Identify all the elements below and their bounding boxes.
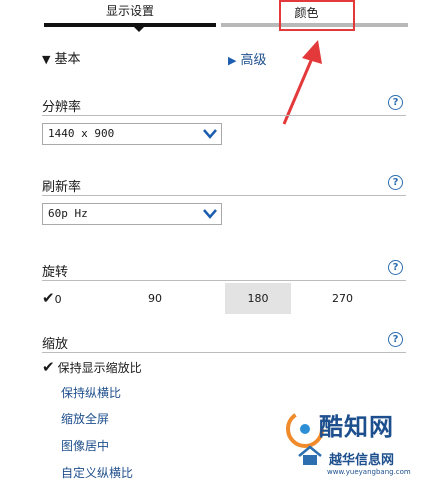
check-icon: ✔ [42,358,55,376]
check-icon: ✔ [42,289,55,307]
resolution-select[interactable]: 1440 x 900 [42,123,222,145]
scaling-option-center-image[interactable]: 图像居中 [61,437,109,454]
rotation-divider [42,280,406,281]
refresh-rate-title: 刷新率 [42,180,82,195]
help-icon[interactable]: ? [388,260,403,275]
watermark-brand: 酷知网 [319,413,394,441]
rotation-option-0[interactable]: ✔0 [42,283,102,314]
rotation-option-180-label: 180 [247,292,269,305]
watermark: 酷知网 越华信息网 www.yueyangbang.com [283,405,442,483]
rotation-option-90-label: 90 [148,292,162,305]
advanced-toggle[interactable]: ▶ 高级 [228,49,266,68]
rotation-title: 旋转 [42,265,69,280]
color-tab-highlight-box [279,0,355,31]
watermark-url: www.yueyangbang.com [327,468,411,476]
triangle-down-icon: ▼ [42,53,51,66]
rotation-option-270-label: 270 [332,292,353,305]
home-icon [298,445,322,465]
refresh-rate-value: 60p Hz [48,207,88,220]
refresh-rate-select[interactable]: 60p Hz [42,203,222,225]
resolution-value: 1440 x 900 [48,127,115,140]
help-icon[interactable]: ? [388,95,403,110]
advanced-label: 高级 [240,53,267,68]
resolution-title: 分辨率 [42,100,82,115]
rotation-option-270[interactable]: 270 [332,283,362,314]
help-icon[interactable]: ? [388,175,403,190]
basic-label: 基本 [54,52,81,67]
rotation-options: ✔0 90 180 270 [42,283,406,314]
scaling-option-full-screen[interactable]: 缩放全屏 [61,410,109,427]
basic-toggle[interactable]: ▼ 基本 [42,48,80,67]
scaling-option-keep-display-scaling[interactable]: ✔ 保持显示缩放比 [42,358,142,376]
chevron-down-icon [203,129,217,139]
watermark-site-name: 越华信息网 [329,453,395,468]
scaling-title: 缩放 [42,337,69,352]
resolution-divider [42,115,406,116]
scaling-divider [42,352,406,353]
tab-display-settings-label: 显示设置 [105,4,154,18]
rotation-option-90[interactable]: 90 [148,283,178,314]
rotation-option-180[interactable]: 180 [225,283,291,314]
chevron-down-icon [203,209,217,219]
scaling-option-keep-aspect-ratio[interactable]: 保持纵横比 [61,384,121,401]
triangle-right-icon: ▶ [228,54,237,67]
refresh-rate-divider [42,195,406,196]
rotation-option-0-label: 0 [54,293,62,306]
scaling-option-custom-aspect-ratio[interactable]: 自定义纵横比 [61,464,133,481]
help-icon[interactable]: ? [388,332,403,347]
tab-display-settings[interactable]: 显示设置 [44,0,216,32]
scaling-checked-label: 保持显示缩放比 [57,361,142,375]
